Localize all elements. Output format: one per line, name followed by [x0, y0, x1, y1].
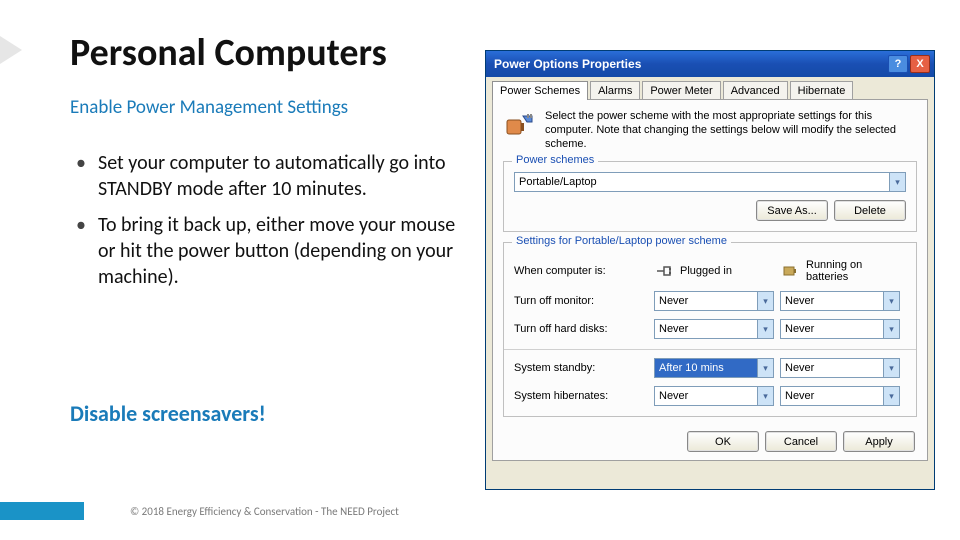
tab-advanced[interactable]: Advanced: [723, 81, 788, 100]
tab-alarms[interactable]: Alarms: [590, 81, 640, 100]
standby-battery-select[interactable]: Never▾: [780, 358, 900, 378]
intro-row: Select the power scheme with the most ap…: [503, 110, 917, 151]
chevron-down-icon: ▾: [889, 173, 905, 191]
power-options-dialog: Power Options Properties ? X Power Schem…: [485, 50, 935, 490]
select-value: Never: [785, 323, 895, 335]
select-value: Never: [659, 323, 769, 335]
settings-group: Settings for Portable/Laptop power schem…: [503, 242, 917, 417]
scheme-combo[interactable]: Portable/Laptop ▾: [514, 172, 906, 192]
scheme-value: Portable/Laptop: [519, 176, 597, 188]
select-value: Never: [785, 295, 895, 307]
select-value: Never: [659, 295, 769, 307]
bullet-list: •Set your computer to automatically go i…: [76, 150, 466, 300]
scheme-button-row: Save As... Delete: [514, 200, 906, 221]
disks-battery-select[interactable]: Never▾: [780, 319, 900, 339]
footer-accent-bar: [0, 502, 84, 520]
intro-text: Select the power scheme with the most ap…: [545, 110, 917, 151]
bullet-dot: •: [76, 150, 98, 202]
power-schemes-group: Power schemes Portable/Laptop ▾ Save As.…: [503, 161, 917, 232]
hibernate-battery-select[interactable]: Never▾: [780, 386, 900, 406]
help-icon: ?: [895, 58, 902, 70]
chevron-down-icon: ▾: [883, 320, 899, 338]
tab-strip: Power Schemes Alarms Power Meter Advance…: [486, 77, 934, 100]
select-value: After 10 mins: [659, 362, 769, 374]
help-button[interactable]: ?: [888, 55, 908, 73]
hibernate-plugged-select[interactable]: Never▾: [654, 386, 774, 406]
tab-body: Select the power scheme with the most ap…: [492, 99, 928, 461]
ok-button[interactable]: OK: [687, 431, 759, 452]
chevron-down-icon: ▾: [883, 359, 899, 377]
cancel-label: Cancel: [784, 436, 818, 448]
disks-plugged-select[interactable]: Never▾: [654, 319, 774, 339]
dialog-titlebar: Power Options Properties ? X: [486, 51, 934, 77]
dialog-title: Power Options Properties: [494, 57, 886, 71]
close-icon: X: [916, 58, 923, 70]
row-monitor: Turn off monitor: Never▾ Never▾: [514, 291, 906, 311]
bullet-item: •Set your computer to automatically go i…: [76, 150, 466, 202]
divider: [504, 349, 916, 350]
tab-power-meter[interactable]: Power Meter: [642, 81, 720, 100]
row-standby: System standby: After 10 mins▾ Never▾: [514, 358, 906, 378]
group-label: Settings for Portable/Laptop power schem…: [512, 235, 731, 247]
delete-button[interactable]: Delete: [834, 200, 906, 221]
ok-label: OK: [715, 436, 731, 448]
chevron-down-icon: ▾: [757, 292, 773, 310]
save-as-button[interactable]: Save As...: [756, 200, 828, 221]
slide-subtitle: Enable Power Management Settings: [70, 96, 348, 119]
group-label: Power schemes: [512, 154, 598, 166]
col-battery: Running on batteries: [780, 259, 906, 283]
delete-label: Delete: [854, 205, 886, 217]
when-label: When computer is:: [514, 265, 654, 277]
select-value: Never: [785, 390, 895, 402]
chevron-down-icon: ▾: [757, 320, 773, 338]
tab-power-schemes[interactable]: Power Schemes: [492, 81, 588, 100]
slide-title: Personal Computers: [70, 30, 387, 76]
disable-screensavers: Disable screensavers!: [70, 400, 266, 427]
save-as-label: Save As...: [767, 205, 817, 217]
dialog-footer: OK Cancel Apply: [687, 431, 915, 452]
bullet-item: •To bring it back up, either move your m…: [76, 212, 466, 290]
chevron-down-icon: ▾: [757, 387, 773, 405]
chevron-down-icon: ▾: [757, 359, 773, 377]
bullet-dot: •: [76, 212, 98, 290]
chevron-down-icon: ▾: [883, 292, 899, 310]
col-battery-label: Running on batteries: [806, 259, 906, 283]
row-disks: Turn off hard disks: Never▾ Never▾: [514, 319, 906, 339]
plug-icon: [654, 261, 674, 281]
row-label: Turn off hard disks:: [514, 323, 654, 335]
apply-button[interactable]: Apply: [843, 431, 915, 452]
battery-plug-icon: [503, 110, 535, 142]
settings-header-row: When computer is: Plugged in Running on …: [514, 259, 906, 283]
footer-text: © 2018 Energy Efficiency & Conservation …: [130, 505, 399, 518]
standby-plugged-select[interactable]: After 10 mins▾: [654, 358, 774, 378]
col-plugged: Plugged in: [654, 261, 780, 281]
select-value: Never: [659, 390, 769, 402]
row-label: System standby:: [514, 362, 654, 374]
select-value: Never: [785, 362, 895, 374]
monitor-battery-select[interactable]: Never▾: [780, 291, 900, 311]
tab-hibernate[interactable]: Hibernate: [790, 81, 854, 100]
bullet-text: Set your computer to automatically go in…: [98, 150, 466, 202]
bullet-text: To bring it back up, either move your mo…: [98, 212, 466, 290]
col-plugged-label: Plugged in: [680, 265, 732, 277]
close-button[interactable]: X: [910, 55, 930, 73]
monitor-plugged-select[interactable]: Never▾: [654, 291, 774, 311]
cancel-button[interactable]: Cancel: [765, 431, 837, 452]
chevron-down-icon: ▾: [883, 387, 899, 405]
slide: Personal Computers Enable Power Manageme…: [0, 0, 960, 540]
row-label: Turn off monitor:: [514, 295, 654, 307]
apply-label: Apply: [865, 436, 893, 448]
row-hibernate: System hibernates: Never▾ Never▾: [514, 386, 906, 406]
battery-icon: [780, 261, 800, 281]
accent-triangle: [0, 36, 22, 64]
row-label: System hibernates:: [514, 390, 654, 402]
